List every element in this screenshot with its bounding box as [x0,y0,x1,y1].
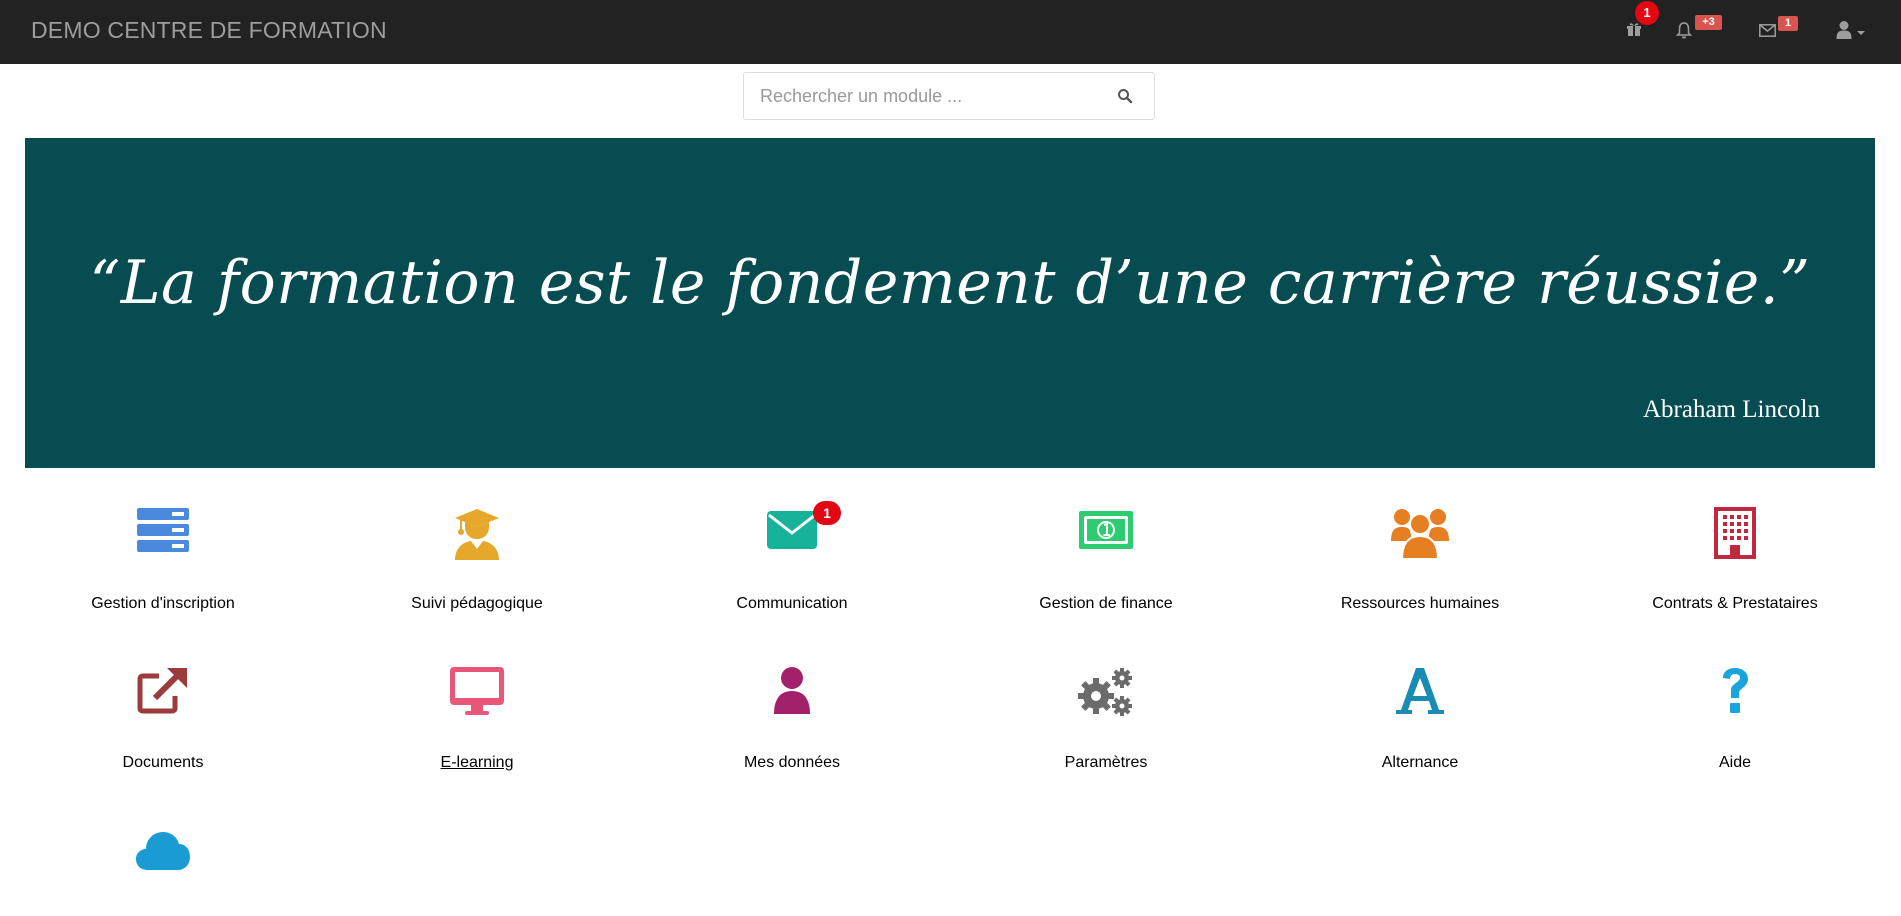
module-aide[interactable]: Aide [1625,666,1845,772]
module-label: E-learning [440,754,514,771]
module-label: Paramètres [1064,754,1148,771]
module-label: Contrats & Prestataires [1652,595,1818,612]
module-gestion-finance[interactable]: Gestion de finance [996,507,1216,613]
search-input[interactable] [744,73,1110,119]
search-button[interactable] [1117,88,1133,109]
external-link-icon [137,668,187,714]
module-label: Documents [122,754,204,771]
top-navbar: DEMO CENTRE DE FORMATION 1 +3 1 [0,0,1901,64]
server-stack-icon [137,508,189,552]
notifications-badge: +3 [1695,15,1722,30]
user-caret-icon [1836,21,1865,39]
banner-quote: “La formation est le fondement d’une car… [89,248,1811,318]
module-e-learning[interactable]: E-learning [367,666,587,772]
module-parametres[interactable]: Paramètres [996,666,1216,772]
module-alternance[interactable]: Alternance [1310,666,1530,772]
module-label: Alternance [1381,754,1459,771]
tile-icon-wrap [1625,666,1845,732]
users-icon [1391,509,1449,559]
module-label: Gestion de finance [1039,595,1173,612]
envelope-icon [767,511,817,549]
tile-icon-wrap [367,666,587,732]
module-documents[interactable]: Documents [53,666,273,772]
module-contrats-prestataires[interactable]: Contrats & Prestataires [1625,507,1845,613]
graduate-icon [455,509,499,560]
gears-icon [1078,668,1132,716]
module-search [743,72,1155,120]
tile-icon-wrap [53,507,273,573]
tile-icon-wrap [53,828,273,894]
tile-icon-wrap [53,666,273,732]
module-suivi-pedagogique[interactable]: Suivi pédagogique [367,507,587,613]
module-label: Ressources humaines [1340,595,1500,612]
bell-icon [1676,22,1692,39]
module-communication[interactable]: 1 Communication [682,501,902,613]
quote-banner: “La formation est le fondement d’une car… [25,138,1875,468]
module-ressources-humaines[interactable]: Ressources humaines [1310,507,1530,613]
tile-icon-wrap [1310,666,1530,732]
module-label: Mes données [743,754,841,771]
messages-button[interactable]: 1 [1759,16,1798,37]
module-label: Suivi pédagogique [411,595,543,612]
font-a-icon [1396,668,1444,714]
tile-icon-wrap [996,666,1216,732]
banner-author: Abraham Lincoln [1642,396,1820,423]
building-icon [1714,507,1756,559]
tile-icon-wrap [996,507,1216,573]
search-icon [1118,89,1133,104]
tile-icon-wrap [1310,507,1530,573]
user-menu-button[interactable] [1836,20,1868,40]
gift-icon [1627,23,1641,36]
module-gestion-inscription[interactable]: Gestion d'inscription [53,507,273,613]
module-label: Gestion d'inscription [91,595,235,612]
module-cloud[interactable] [53,828,273,916]
desktop-icon [450,667,504,715]
tile-icon-wrap [367,507,587,573]
user-icon [774,667,810,714]
tile-icon-wrap: 1 [682,501,902,573]
tile-icon-wrap [1625,507,1845,573]
communication-badge: 1 [813,501,841,525]
cloud-icon [136,832,190,870]
messages-badge: 1 [1778,16,1798,31]
tile-icon-wrap [682,666,902,732]
envelope-outline-icon [1759,24,1776,37]
brand-title[interactable]: DEMO CENTRE DE FORMATION [31,17,387,44]
module-mes-donnees[interactable]: Mes données [682,666,902,772]
module-label: Aide [1718,754,1752,771]
notifications-button[interactable]: +3 [1676,15,1722,39]
money-icon [1079,511,1133,549]
module-label: Communication [736,595,848,612]
gift-button[interactable]: 1 [1626,1,1659,37]
gift-badge: 1 [1635,1,1659,25]
question-icon [1723,668,1748,713]
